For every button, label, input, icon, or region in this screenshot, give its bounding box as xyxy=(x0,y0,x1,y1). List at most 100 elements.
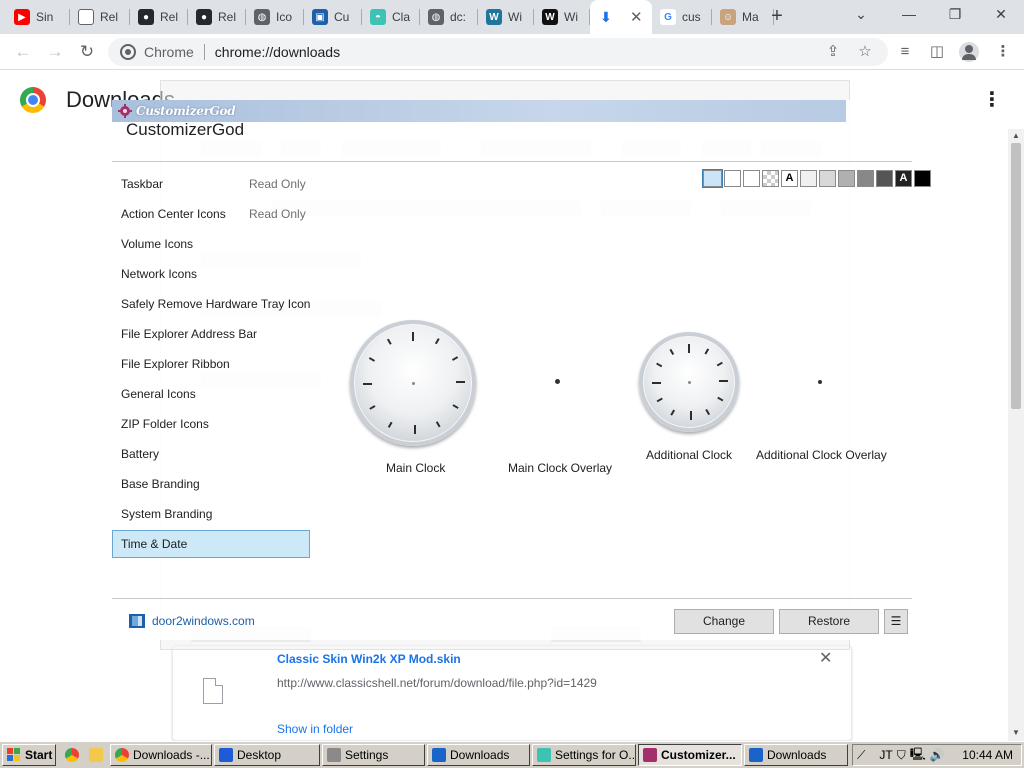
tab-title: Sin xyxy=(36,10,54,24)
browser-tab[interactable]: ◓ Cla xyxy=(362,0,420,34)
category-item[interactable]: File Explorer Address Bar xyxy=(112,320,310,348)
new-tab-button[interactable]: + xyxy=(766,6,788,28)
background-swatch[interactable] xyxy=(819,170,836,187)
footer-link[interactable]: door2windows.com xyxy=(128,612,255,630)
category-item[interactable]: Base Branding xyxy=(112,470,310,498)
category-item[interactable]: System Branding xyxy=(112,500,310,528)
category-item[interactable]: Time & Date xyxy=(112,530,310,558)
reading-list-icon[interactable]: ≡ xyxy=(894,41,916,63)
browser-tab[interactable]: ⬇ ✕ xyxy=(590,0,652,34)
browser-tab[interactable]: ● Rel xyxy=(188,0,246,34)
main-clock-icon[interactable] xyxy=(350,320,476,446)
show-in-folder-link[interactable]: Show in folder xyxy=(277,722,353,736)
door2windows-link[interactable]: door2windows.com xyxy=(152,614,255,628)
category-label: Action Center Icons xyxy=(121,207,226,221)
download-filename[interactable]: Classic Skin Win2k XP Mod.skin xyxy=(277,652,461,666)
taskbar-button[interactable]: Downloads xyxy=(744,744,848,766)
category-item[interactable]: Battery xyxy=(112,440,310,468)
browser-tab[interactable]: ◍ dc: xyxy=(420,0,478,34)
background-swatch[interactable] xyxy=(800,170,817,187)
downloads-menu-icon[interactable]: ⋮ xyxy=(982,87,1002,112)
additional-clock-overlay-icon[interactable] xyxy=(818,380,822,384)
start-label: Start xyxy=(25,748,53,762)
category-item[interactable]: Network Icons xyxy=(112,260,310,288)
close-window-button[interactable]: ✕ xyxy=(978,0,1024,30)
customizergod-titlebar[interactable]: CustomizerGod xyxy=(112,100,846,122)
browser-tab[interactable]: Gcus xyxy=(652,0,712,34)
bookmark-star-icon[interactable]: ☆ xyxy=(854,41,876,63)
clock-tick xyxy=(656,398,663,403)
omnibox-url[interactable]: chrome://downloads xyxy=(215,44,340,60)
security-shield-icon[interactable]: ⛉ xyxy=(897,748,906,763)
additional-clock-overlay-label: Additional Clock Overlay xyxy=(756,448,887,462)
browser-tab[interactable]: ▣ Cu xyxy=(304,0,362,34)
browser-tab[interactable]: Rel xyxy=(70,0,130,34)
browser-tab[interactable]: W Wi xyxy=(478,0,534,34)
network-icon[interactable]: 🖳 xyxy=(910,745,926,766)
volume-icon[interactable]: 🔊 xyxy=(930,748,945,762)
tab-search-icon[interactable]: ⌄ xyxy=(838,0,884,30)
chrome-quicklaunch-icon[interactable] xyxy=(60,744,84,766)
chrome-menu-icon[interactable]: ⋮ xyxy=(992,41,1014,63)
ime-icon[interactable]: JT xyxy=(879,748,892,762)
clock-tick xyxy=(386,338,392,345)
profile-avatar[interactable] xyxy=(958,41,980,63)
taskbar-button-label: Downloads -... xyxy=(133,748,210,762)
omnibox[interactable]: Chrome chrome://downloads xyxy=(108,38,888,66)
taskbar-button[interactable]: Downloads xyxy=(427,744,530,766)
tab-title: Rel xyxy=(160,10,179,24)
category-item[interactable]: File Explorer Ribbon xyxy=(112,350,310,378)
remove-download-icon[interactable]: ✕ xyxy=(819,648,832,668)
main-clock-overlay-icon[interactable] xyxy=(555,379,560,384)
clock-tick xyxy=(652,382,661,384)
taskbar-button-label: Customizer... xyxy=(661,748,736,762)
browser-tab[interactable]: ▶ Sin xyxy=(6,0,70,34)
chrome-logo-icon xyxy=(20,87,46,113)
category-label: Taskbar xyxy=(121,177,164,191)
back-button[interactable]: ← xyxy=(12,41,34,63)
avatar-icon: ☺ xyxy=(720,9,736,25)
share-icon[interactable]: ⇪ xyxy=(822,41,844,63)
clock-time[interactable]: 10:44 AM xyxy=(962,748,1013,762)
scrollbar-thumb[interactable] xyxy=(1011,143,1021,409)
change-button[interactable]: Change xyxy=(674,609,774,634)
page-scrollbar[interactable]: ▲ ▼ xyxy=(1008,129,1024,741)
category-item[interactable]: Safely Remove Hardware Tray Icon xyxy=(112,290,310,318)
background-swatch[interactable] xyxy=(857,170,874,187)
background-swatch[interactable] xyxy=(762,170,779,187)
maximize-button[interactable]: ❐ xyxy=(932,0,978,30)
taskbar-button[interactable]: Customizer... xyxy=(638,744,742,766)
taskbar-button[interactable]: Downloads -... xyxy=(110,744,212,766)
download-url[interactable]: http://www.classicshell.net/forum/downlo… xyxy=(277,676,597,690)
minimize-button[interactable]: — xyxy=(886,0,932,30)
background-swatch[interactable] xyxy=(724,170,741,187)
browser-tab[interactable]: ◍ Ico xyxy=(246,0,304,34)
side-panel-icon[interactable]: ◫ xyxy=(926,41,948,63)
taskbar-button[interactable]: Desktop xyxy=(214,744,320,766)
background-swatch[interactable]: A xyxy=(781,170,798,187)
taskbar-button[interactable]: Settings for O... xyxy=(532,744,636,766)
forward-button[interactable]: → xyxy=(44,41,66,63)
taskbar-button[interactable]: Settings xyxy=(322,744,425,766)
browser-tab[interactable]: ● Rel xyxy=(130,0,188,34)
category-item[interactable]: Volume Icons xyxy=(112,230,310,258)
background-swatch[interactable] xyxy=(876,170,893,187)
start-button[interactable]: Start xyxy=(2,744,56,766)
tray-arrows-icon[interactable]: ⟋ xyxy=(857,748,865,763)
restore-button[interactable]: Restore xyxy=(779,609,879,634)
category-item[interactable]: ZIP Folder Icons xyxy=(112,410,310,438)
background-swatch[interactable] xyxy=(914,170,931,187)
reload-button[interactable]: ↻ xyxy=(76,41,98,63)
customizergod-window: CustomizerGod CustomizerGod Taskbar Read … xyxy=(112,100,931,640)
background-swatch[interactable] xyxy=(743,170,760,187)
menu-button[interactable]: ☰ xyxy=(884,609,908,634)
browser-tab[interactable]: ☺ Ma xyxy=(712,0,774,34)
additional-clock-icon[interactable] xyxy=(639,332,739,432)
category-item[interactable]: General Icons xyxy=(112,380,310,408)
background-swatch[interactable]: A xyxy=(895,170,912,187)
background-swatch[interactable] xyxy=(838,170,855,187)
close-tab-icon[interactable]: ✕ xyxy=(630,8,643,26)
background-swatch[interactable] xyxy=(702,169,723,188)
folder-quicklaunch-icon[interactable] xyxy=(84,744,108,766)
browser-tab[interactable]: W Wi xyxy=(534,0,590,34)
